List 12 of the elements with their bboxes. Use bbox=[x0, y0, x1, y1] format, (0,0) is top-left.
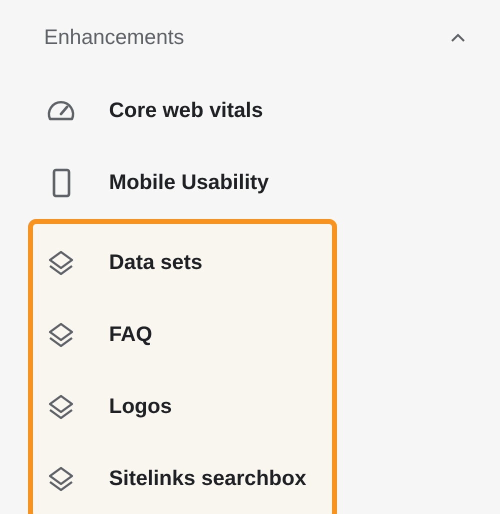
layers-icon bbox=[46, 393, 76, 421]
nav-item[interactable]: Sitelinks searchbox bbox=[109, 467, 306, 491]
layers-icon bbox=[46, 465, 76, 493]
nav-item[interactable]: Core web vitals bbox=[109, 99, 264, 123]
nav-item[interactable]: Logos bbox=[109, 395, 172, 419]
nav-item[interactable]: Mobile Usability bbox=[109, 171, 269, 195]
section-title: Enhancements bbox=[44, 26, 184, 50]
gauge-icon bbox=[46, 99, 76, 123]
nav-item[interactable]: Data sets bbox=[109, 251, 202, 275]
layers-icon bbox=[46, 321, 76, 349]
nav-item[interactable]: FAQ bbox=[109, 323, 152, 347]
layers-icon bbox=[46, 249, 76, 277]
